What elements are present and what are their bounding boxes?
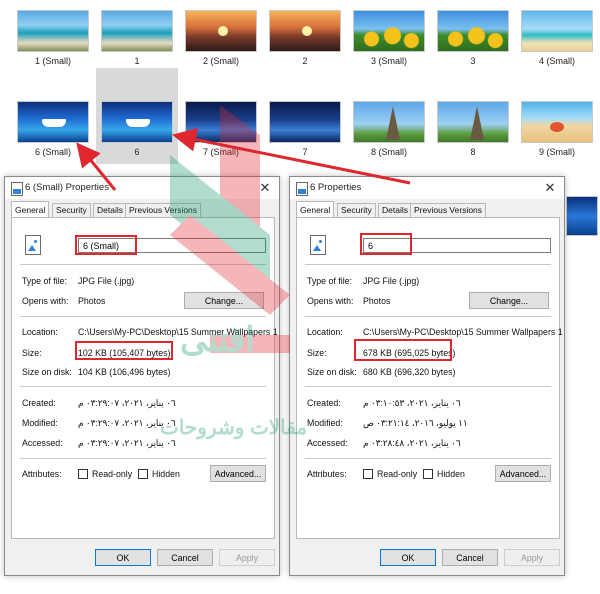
annotation-arrows bbox=[76, 127, 411, 191]
arrow-to-original-thumbnail bbox=[172, 127, 411, 185]
arrow-to-small-thumbnail bbox=[76, 142, 117, 191]
